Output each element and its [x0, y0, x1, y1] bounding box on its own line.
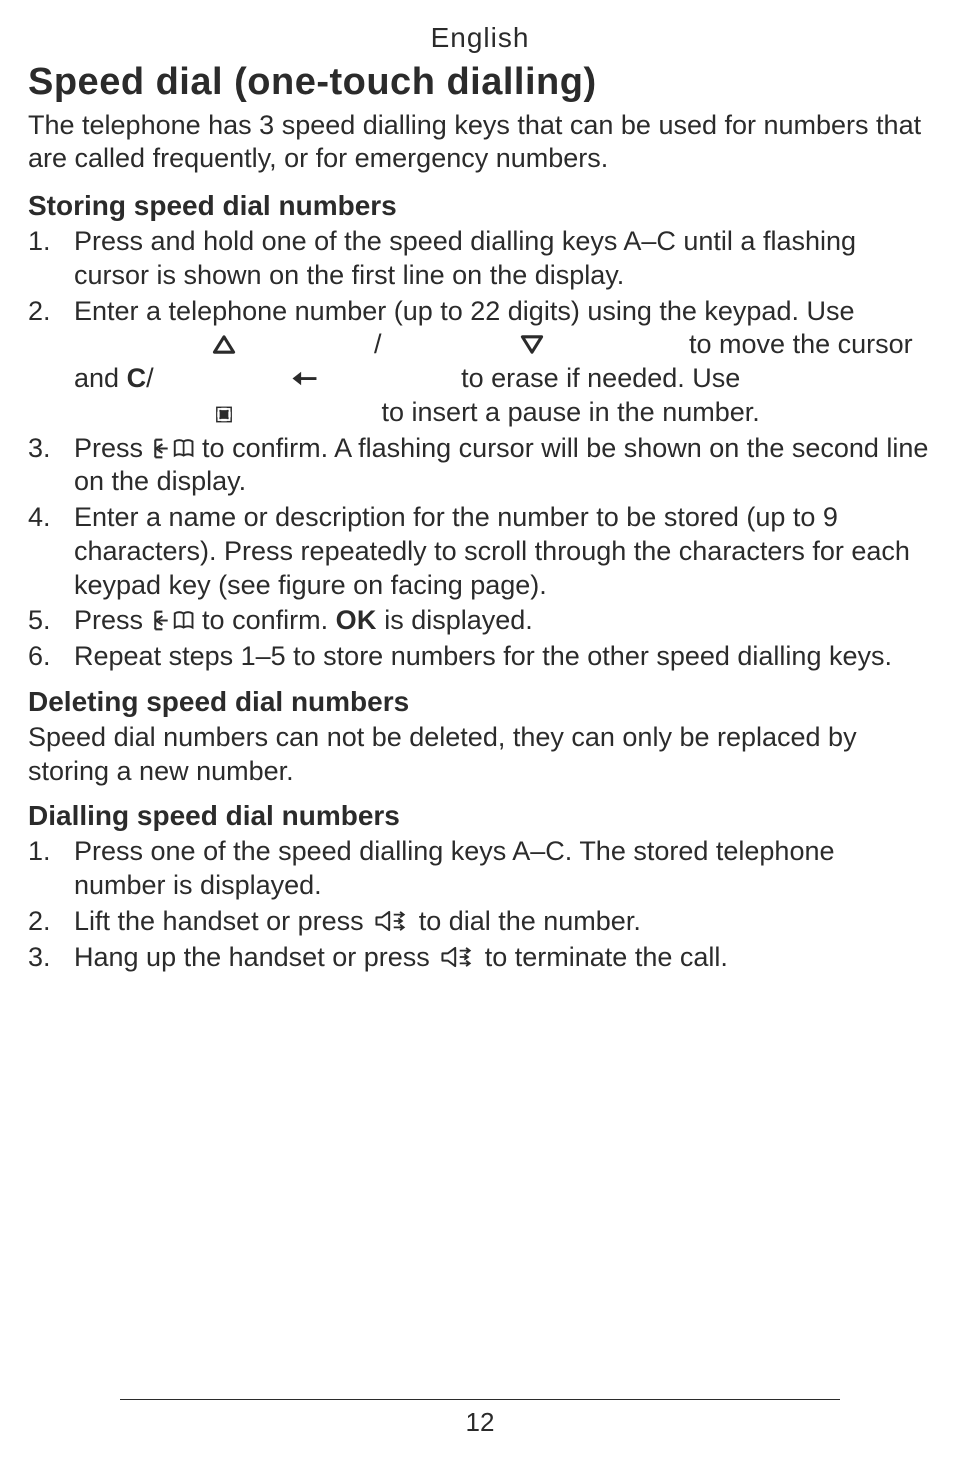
page-title: Speed dial (one-touch dialling): [28, 59, 932, 107]
step-text: Repeat steps 1–5 to store numbers for th…: [74, 641, 892, 671]
step-text: to erase if needed. Use: [461, 363, 740, 393]
pause-box-icon: [74, 405, 374, 424]
dialling-steps: Press one of the speed dialling keys A–C…: [28, 835, 932, 974]
language-label: English: [28, 20, 932, 55]
list-item: Enter a telephone number (up to 22 digit…: [28, 295, 932, 430]
triangle-down-icon: [382, 333, 682, 356]
step-text: Press: [74, 433, 151, 463]
ok-status: OK: [336, 605, 377, 635]
c-key: C: [127, 363, 147, 393]
list-item: Enter a name or description for the numb…: [28, 501, 932, 602]
list-item: Lift the handset or press to dial the nu…: [28, 905, 932, 939]
speaker-key-icon: [371, 909, 411, 933]
store-key-icon: [151, 609, 195, 632]
step-text: to confirm. A flashing cursor will be sh…: [74, 433, 928, 497]
step-text: to insert a pause in the number.: [382, 397, 760, 427]
page-footer: 12: [0, 1399, 960, 1439]
intro-paragraph: The telephone has 3 speed dialling keys …: [28, 109, 932, 177]
storing-heading: Storing speed dial numbers: [28, 188, 932, 223]
step-text: Press: [74, 605, 151, 635]
step-text: is displayed.: [384, 605, 533, 635]
storing-steps: Press and hold one of the speed dialling…: [28, 225, 932, 674]
page-number: 12: [466, 1407, 495, 1437]
step-text: Press and hold one of the speed dialling…: [74, 226, 856, 290]
step-text: Enter a name or description for the numb…: [74, 502, 910, 600]
triangle-up-icon: [74, 333, 374, 356]
deleting-body: Speed dial numbers can not be deleted, t…: [28, 721, 932, 789]
step-text: to dial the number.: [419, 906, 641, 936]
list-item: Press and hold one of the speed dialling…: [28, 225, 932, 293]
step-text: Press one of the speed dialling keys A–C…: [74, 836, 835, 900]
manual-page: English Speed dial (one-touch dialling) …: [0, 0, 960, 1460]
list-item: Repeat steps 1–5 to store numbers for th…: [28, 640, 932, 674]
footer-rule: [120, 1399, 840, 1400]
step-text: Lift the handset or press: [74, 906, 371, 936]
dialling-heading: Dialling speed dial numbers: [28, 798, 932, 833]
list-item: Press to confirm. A flashing cursor will…: [28, 432, 932, 500]
step-text: to terminate the call.: [485, 942, 728, 972]
speaker-key-icon: [437, 945, 477, 969]
list-item: Hang up the handset or press to terminat…: [28, 941, 932, 975]
list-item: Press to confirm. OK is displayed.: [28, 604, 932, 638]
back-arrow-icon: [154, 367, 454, 390]
step-text: Enter a telephone number (up to 22 digit…: [74, 296, 854, 326]
deleting-heading: Deleting speed dial numbers: [28, 684, 932, 719]
step-text: to confirm.: [202, 605, 336, 635]
step-text: Hang up the handset or press: [74, 942, 437, 972]
list-item: Press one of the speed dialling keys A–C…: [28, 835, 932, 903]
store-key-icon: [151, 437, 195, 460]
